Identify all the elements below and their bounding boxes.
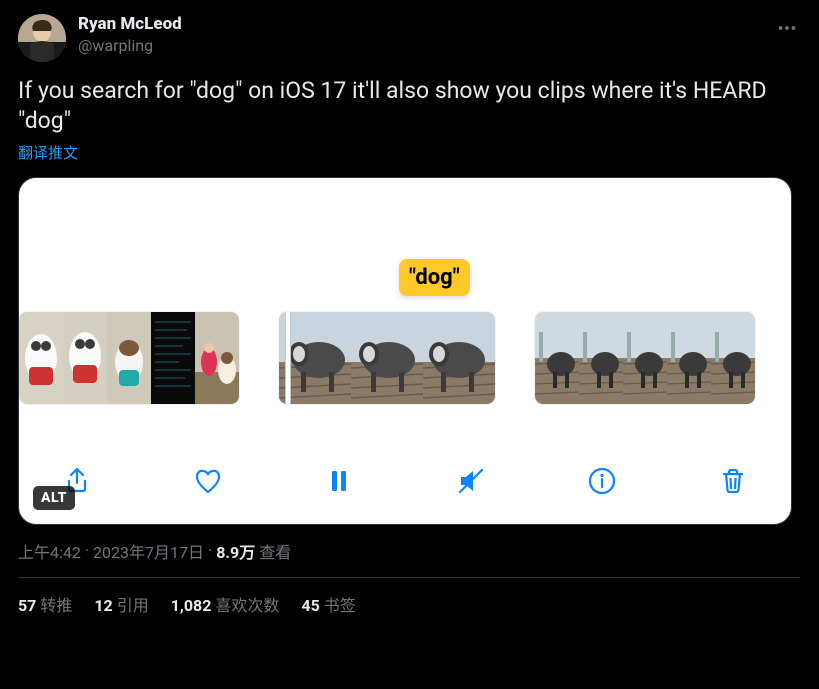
clip-group-1[interactable] [19,312,239,404]
author-name-block[interactable]: Ryan McLeod @warpling [78,14,182,56]
media-card[interactable]: "dog" [18,177,792,525]
tweet-text: If you search for "dog" on iOS 17 it'll … [18,76,778,136]
views-count: 8.9万 [216,539,255,563]
playhead[interactable] [285,312,291,404]
media-toolbar [19,456,791,506]
bookmarks-stat[interactable]: 45书签 [301,592,355,616]
info-button[interactable] [580,459,624,503]
search-result-pill: "dog" [399,259,470,296]
tweet-meta-row[interactable]: 上午4:42 · 2023年7月17日 · 8.9万 查看 [18,539,801,563]
translate-link[interactable]: 翻译推文 [18,142,78,163]
avatar[interactable] [18,14,66,62]
quotes-stat[interactable]: 12引用 [94,592,148,616]
views-label: 查看 [259,539,291,563]
likes-stat[interactable]: 1,082喜欢次数 [171,592,280,616]
clip-group-2-active[interactable] [279,312,495,404]
pause-button[interactable] [317,459,361,503]
more-options-button[interactable] [769,10,805,46]
divider [18,577,800,578]
tweet-time: 上午4:42 [18,539,81,563]
retweets-stat[interactable]: 57转推 [18,592,72,616]
tweet-container: Ryan McLeod @warpling If you search for … [0,0,819,616]
mute-button[interactable] [449,459,493,503]
author-handle: @warpling [78,36,182,56]
author-display-name: Ryan McLeod [78,14,182,35]
tweet-header: Ryan McLeod @warpling [18,14,801,62]
delete-button[interactable] [711,459,755,503]
tweet-stats-row: 57转推 12引用 1,082喜欢次数 45书签 [18,592,801,616]
alt-text-badge[interactable]: ALT [33,486,75,510]
tweet-date: 2023年7月17日 [93,539,204,563]
clip-group-3[interactable] [535,312,755,404]
like-button[interactable] [186,459,230,503]
video-scrubber-row[interactable] [19,310,791,406]
